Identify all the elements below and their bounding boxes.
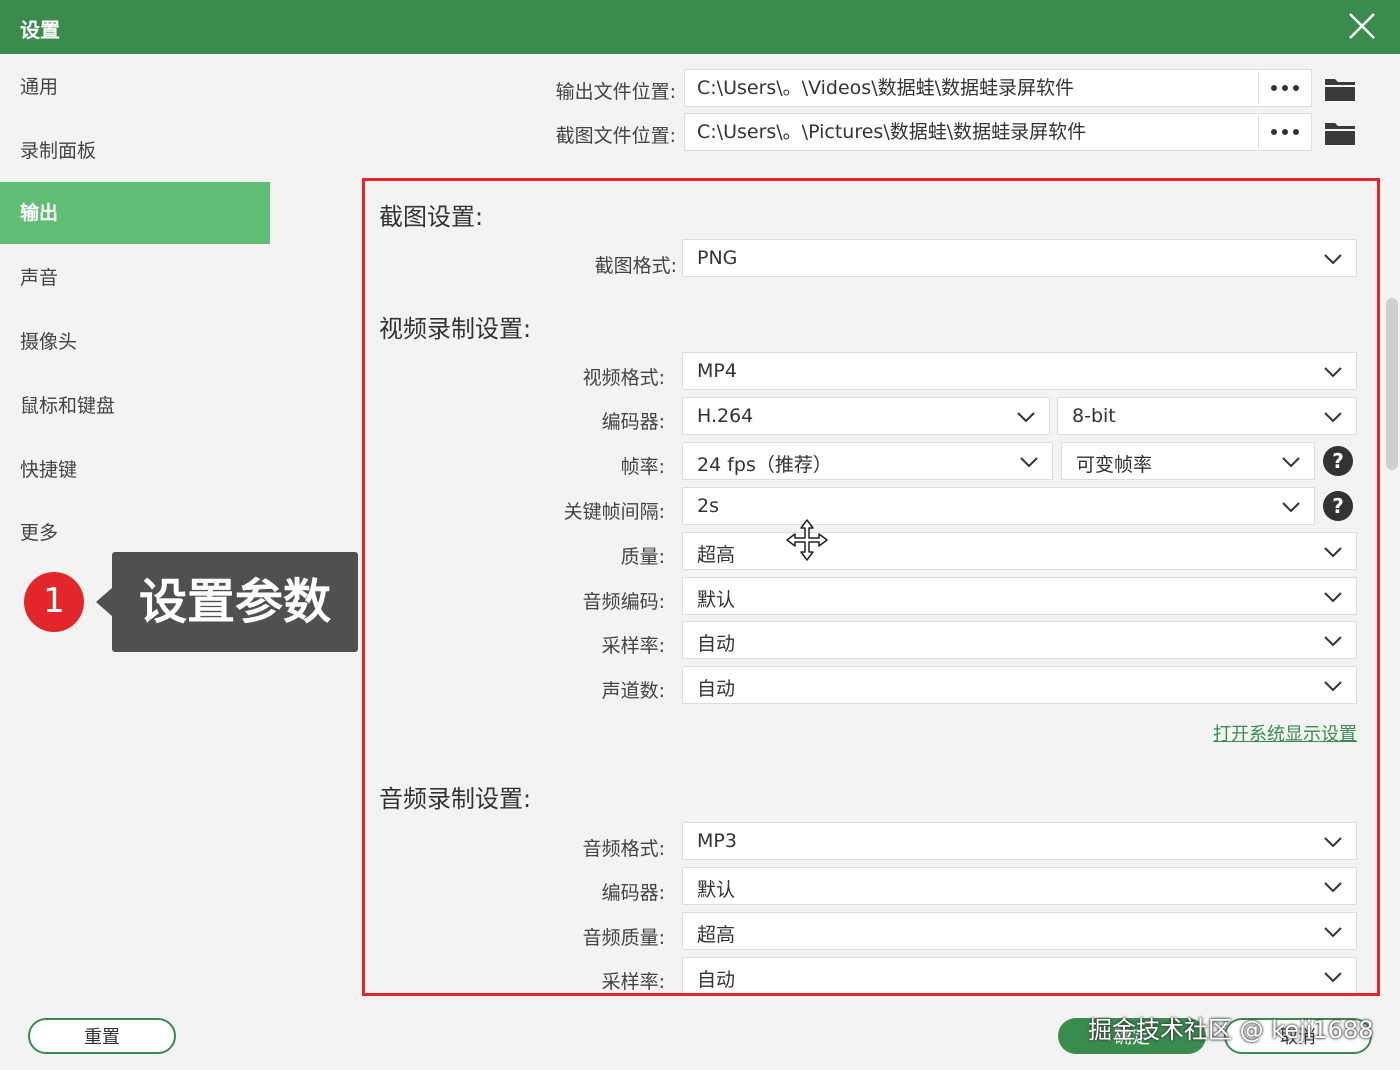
audio-encoder-label: 编码器: xyxy=(601,882,665,904)
screenshot-settings-title: 截图设置: xyxy=(379,203,484,231)
title-bar: 设置 xyxy=(0,0,1400,54)
screenshot-format-select[interactable]: PNG xyxy=(682,239,1357,277)
video-settings-title: 视频录制设置: xyxy=(379,315,532,343)
chevron-down-icon xyxy=(1324,254,1342,265)
chevron-down-icon xyxy=(1017,412,1035,423)
close-icon[interactable] xyxy=(1346,10,1378,42)
chevron-down-icon xyxy=(1282,457,1300,468)
chevron-down-icon xyxy=(1324,837,1342,848)
more-dot-icon xyxy=(1292,129,1299,135)
audio-quality-select[interactable]: 超高 xyxy=(682,912,1357,950)
window-title: 设置 xyxy=(20,18,60,42)
video-format-select[interactable]: MP4 xyxy=(682,352,1357,390)
audio-samplerate-label: 采样率: xyxy=(601,971,665,993)
keyframe-interval-value: 2s xyxy=(697,495,719,517)
quality-label: 质量: xyxy=(620,546,665,568)
screenshot-format-value: PNG xyxy=(697,247,738,269)
screenshot-browse-button[interactable] xyxy=(1258,115,1310,149)
video-samplerate-label: 采样率: xyxy=(601,635,665,657)
callout-label: 设置参数 xyxy=(112,552,358,652)
callout-pointer xyxy=(96,588,112,616)
video-format-value: MP4 xyxy=(697,360,737,382)
channels-select[interactable]: 自动 xyxy=(682,666,1357,704)
chevron-down-icon xyxy=(1020,457,1038,468)
audio-encoder-value: 默认 xyxy=(697,879,736,901)
chevron-down-icon xyxy=(1282,502,1300,513)
framerate-mode-value: 可变帧率 xyxy=(1076,454,1153,476)
screenshot-path-label: 截图文件位置: xyxy=(555,125,676,147)
audio-quality-value: 超高 xyxy=(697,924,736,946)
keyframe-interval-label: 关键帧间隔: xyxy=(563,501,665,523)
watermark-text: 掘金技术社区 @ keji1688 xyxy=(1088,1016,1374,1044)
video-encoder-value: H.264 xyxy=(697,405,754,427)
folder-icon[interactable] xyxy=(1324,117,1356,147)
callout-number-badge: 1 xyxy=(24,572,84,632)
audio-codec-label: 音频编码: xyxy=(582,591,665,613)
sidebar-item-camera[interactable]: 摄像头 xyxy=(0,311,270,373)
bit-depth-value: 8-bit xyxy=(1072,405,1116,427)
video-format-label: 视频格式: xyxy=(582,367,665,389)
audio-samplerate-select[interactable]: 自动 xyxy=(682,957,1357,993)
video-encoder-label: 编码器: xyxy=(601,411,665,433)
output-path-label: 输出文件位置: xyxy=(555,81,676,103)
audio-samplerate-value: 自动 xyxy=(697,969,736,991)
sidebar-item-shortcuts[interactable]: 快捷键 xyxy=(0,439,270,501)
screenshot-path-field[interactable]: C:\Users\。\Pictures\数据蛙\数据蛙录屏软件 xyxy=(684,113,1312,151)
chevron-down-icon xyxy=(1324,636,1342,647)
sidebar-item-sound[interactable]: 声音 xyxy=(0,247,270,309)
sidebar-item-general[interactable]: 通用 xyxy=(0,56,270,118)
audio-codec-select[interactable]: 默认 xyxy=(682,577,1357,615)
chevron-down-icon xyxy=(1324,547,1342,558)
output-browse-button[interactable] xyxy=(1258,71,1310,105)
video-samplerate-select[interactable]: 自动 xyxy=(682,621,1357,659)
screenshot-format-label: 截图格式: xyxy=(594,255,677,277)
settings-panel: 截图设置: 截图格式: PNG 视频录制设置: 视频格式: MP4 编码器: H… xyxy=(362,178,1380,996)
more-dot-icon xyxy=(1270,85,1277,91)
open-display-settings-link[interactable]: 打开系统显示设置 xyxy=(1213,720,1357,746)
framerate-mode-select[interactable]: 可变帧率 xyxy=(1061,442,1315,480)
bit-depth-select[interactable]: 8-bit xyxy=(1057,397,1357,435)
audio-format-label: 音频格式: xyxy=(582,838,665,860)
chevron-down-icon xyxy=(1324,882,1342,893)
output-path-field[interactable]: C:\Users\。\Videos\数据蛙\数据蛙录屏软件 xyxy=(684,69,1312,107)
reset-button[interactable]: 重置 xyxy=(28,1018,176,1054)
chevron-down-icon xyxy=(1324,412,1342,423)
help-icon[interactable]: ? xyxy=(1323,491,1353,521)
framerate-label: 帧率: xyxy=(620,456,665,478)
sidebar-item-recording-panel[interactable]: 录制面板 xyxy=(0,120,270,182)
sidebar-item-mouse-keyboard[interactable]: 鼠标和键盘 xyxy=(0,375,270,437)
more-dot-icon xyxy=(1281,85,1288,91)
audio-format-value: MP3 xyxy=(697,830,737,852)
chevron-down-icon xyxy=(1324,972,1342,983)
audio-format-select[interactable]: MP3 xyxy=(682,822,1357,860)
keyframe-interval-select[interactable]: 2s xyxy=(682,487,1315,525)
framerate-value: 24 fps（推荐） xyxy=(697,454,832,476)
audio-encoder-select[interactable]: 默认 xyxy=(682,867,1357,905)
folder-icon[interactable] xyxy=(1324,73,1356,103)
quality-value: 超高 xyxy=(697,544,736,566)
channels-label: 声道数: xyxy=(601,680,665,702)
channels-value: 自动 xyxy=(697,678,736,700)
move-cursor-icon xyxy=(786,519,828,561)
quality-select[interactable]: 超高 xyxy=(682,532,1357,570)
framerate-select[interactable]: 24 fps（推荐） xyxy=(682,442,1053,480)
video-encoder-select[interactable]: H.264 xyxy=(682,397,1050,435)
more-dot-icon xyxy=(1270,129,1277,135)
chevron-down-icon xyxy=(1324,927,1342,938)
chevron-down-icon xyxy=(1324,681,1342,692)
scrollbar-thumb[interactable] xyxy=(1386,298,1398,470)
sidebar-item-output[interactable]: 输出 xyxy=(0,182,270,244)
more-dot-icon xyxy=(1281,129,1288,135)
video-samplerate-value: 自动 xyxy=(697,633,736,655)
audio-quality-label: 音频质量: xyxy=(582,927,665,949)
audio-codec-value: 默认 xyxy=(697,589,736,611)
chevron-down-icon xyxy=(1324,592,1342,603)
more-dot-icon xyxy=(1292,85,1299,91)
audio-settings-title: 音频录制设置: xyxy=(379,785,532,813)
help-icon[interactable]: ? xyxy=(1323,446,1353,476)
chevron-down-icon xyxy=(1324,367,1342,378)
